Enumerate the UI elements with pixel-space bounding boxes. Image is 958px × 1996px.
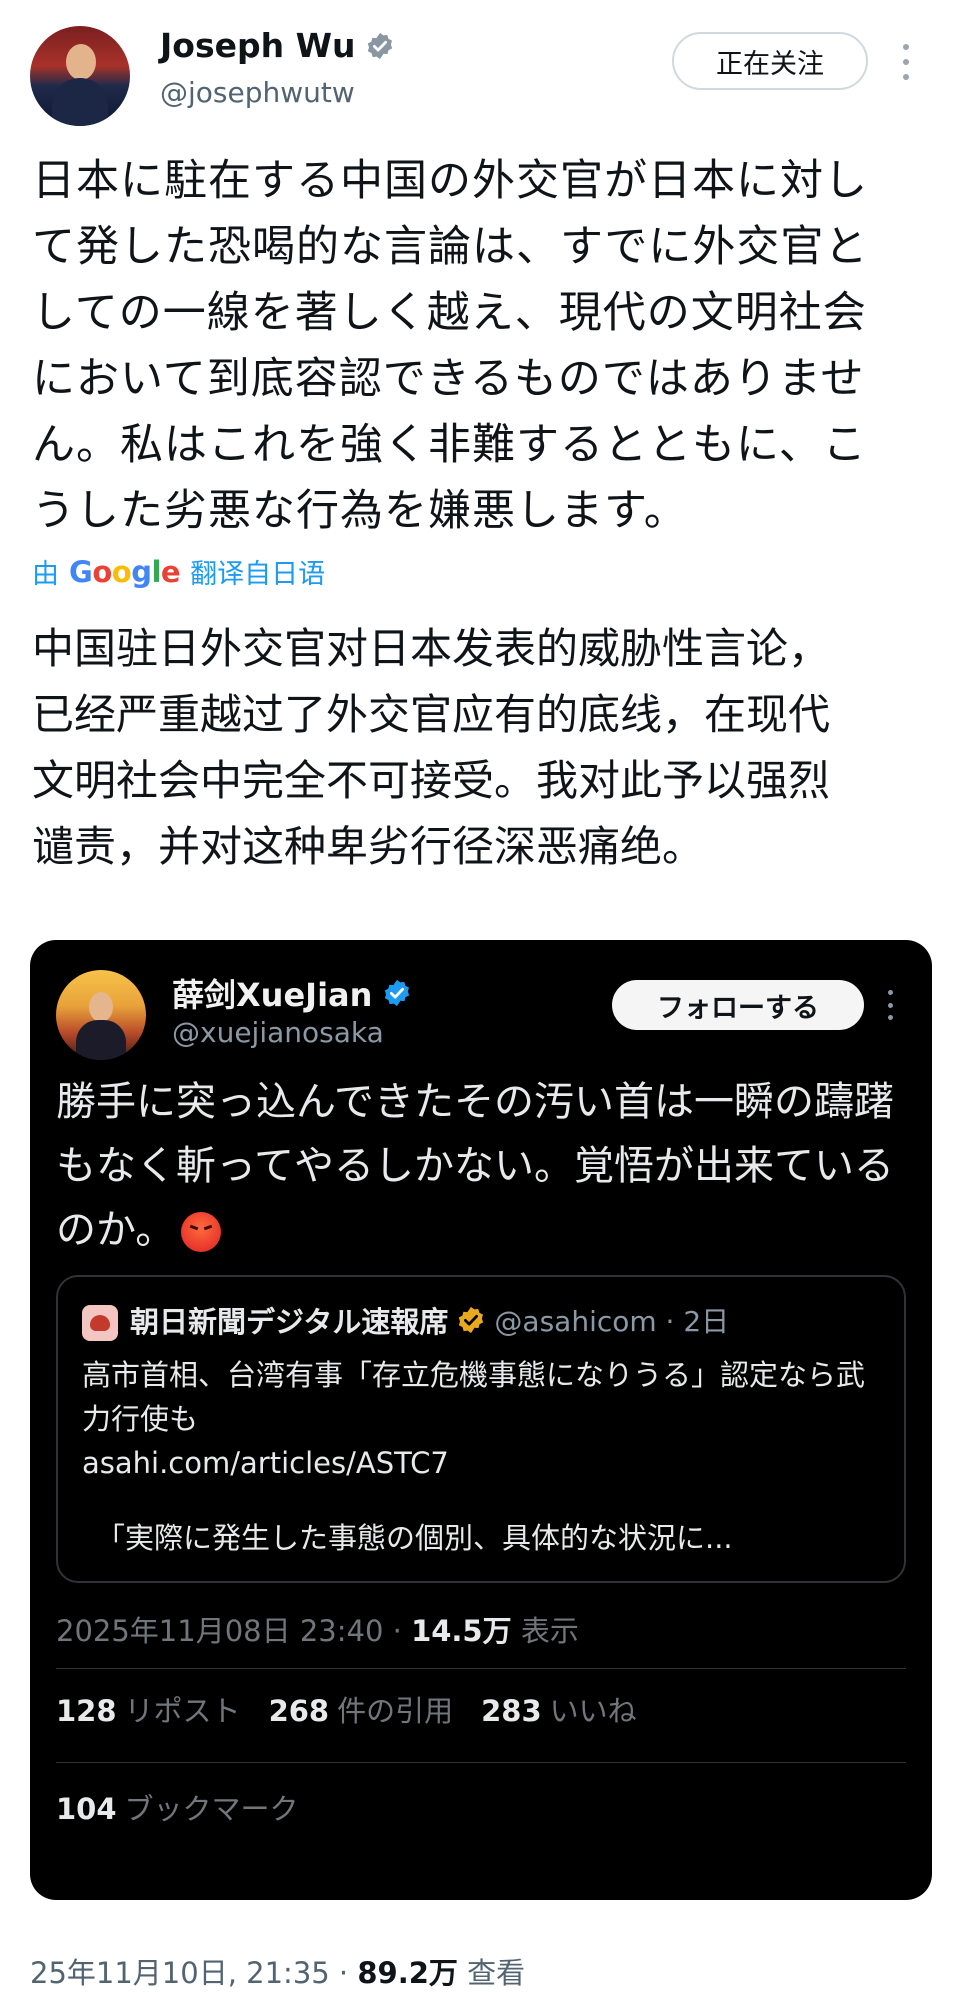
quoted-post-text: 高市首相、台湾有事「存立危機事態になりうる」認定なら武力行使も asahi.co… (82, 1353, 882, 1485)
likes-label: いいね (549, 1694, 637, 1728)
reposts-label: リポスト (124, 1694, 241, 1728)
post-text-translated: 中国驻日外交官对日本发表的威胁性言论， 已经严重越过了外交官应有的底线，在现代 … (32, 624, 831, 871)
gold-verified-badge-icon (459, 1306, 484, 1334)
embedded-timestamp: 2025年11月08日 23:40 · 14.5万 表示 (56, 1608, 579, 1650)
embedded-author-name[interactable]: 薛剑XueJian (172, 970, 372, 1016)
divider (56, 1762, 906, 1763)
translation-attribution[interactable]: 由 Google 翻译自日语 (32, 552, 325, 591)
author-name[interactable]: Joseph Wu (160, 26, 355, 65)
embedded-views-label: 表示 (511, 1614, 579, 1648)
quotes-stat[interactable]: 268 件の引用 (269, 1688, 454, 1730)
divider (56, 1668, 906, 1669)
bookmarks-label: ブックマーク (124, 1792, 299, 1826)
author-handle[interactable]: @josephwutw (160, 76, 355, 109)
bookmarks-stat[interactable]: 104 ブックマーク (56, 1786, 299, 1828)
post-timestamp: 25年11月10日, 21:35 · 89.2万 查看 (30, 1950, 525, 1992)
verified-badge-icon (368, 32, 393, 59)
asahi-logo-icon (82, 1305, 118, 1341)
quotes-count: 268 (268, 1694, 330, 1728)
likes-count: 283 (481, 1694, 542, 1728)
quoted-post-header: 朝日新聞デジタル速報席 @asahicom · 2日 (130, 1299, 729, 1341)
embedded-author-avatar[interactable] (56, 970, 146, 1060)
post-views-label: 查看 (457, 1956, 526, 1990)
reposts-stat[interactable]: 128 リポスト (56, 1688, 241, 1730)
following-button[interactable]: 正在关注 (672, 32, 868, 90)
verified-badge-icon (385, 979, 410, 1007)
quoted-author-meta: @asahicom · 2日 (494, 1305, 730, 1338)
bookmarks-count: 104 (56, 1792, 117, 1826)
quotes-label: 件の引用 (337, 1694, 454, 1728)
more-options-icon[interactable] (902, 44, 910, 80)
embedded-engagement-stats: 128 リポスト 268 件の引用 283 いいね (56, 1688, 637, 1730)
translate-prefix: 由 (32, 559, 59, 590)
embedded-post-text: 勝手に突っ込んできたその汚い首は一瞬の躊躇もなく斬ってやるしかない。覚悟が出来て… (56, 1070, 916, 1262)
google-logo: Google (69, 554, 181, 589)
likes-stat[interactable]: 283 いいね (481, 1688, 637, 1730)
reposts-count: 128 (56, 1694, 117, 1728)
quoted-author-name[interactable]: 朝日新聞デジタル速報席 (130, 1299, 448, 1341)
embedded-post-card[interactable]: 薛剑XueJian @xuejianosaka フォローする 勝手に突っ込んでき… (30, 940, 932, 1900)
post-views-count: 89.2万 (357, 1956, 458, 1990)
embedded-more-options-icon[interactable] (886, 990, 894, 1020)
translate-suffix: 翻译自日语 (190, 559, 326, 590)
quoted-post-excerpt: 「実際に発生した事態の個別、具体的な状況に... (96, 1521, 733, 1555)
embedded-author-handle[interactable]: @xuejianosaka (172, 1016, 384, 1049)
quoted-post-body: 高市首相、台湾有事「存立危機事態になりうる」認定なら武力行使も (82, 1358, 866, 1436)
post-date: 25年11月10日, 21:35 · (30, 1956, 358, 1990)
embedded-date: 2025年11月08日 23:40 · (56, 1614, 412, 1648)
author-name-line[interactable]: Joseph Wu (160, 26, 395, 65)
quoted-post-link[interactable]: asahi.com/articles/ASTC7 (82, 1441, 882, 1485)
embedded-views-count: 14.5万 (411, 1614, 512, 1648)
embedded-author-name-line[interactable]: 薛剑XueJian (172, 970, 412, 1016)
angry-face-emoji-icon (181, 1212, 222, 1252)
quoted-post[interactable]: 朝日新聞デジタル速報席 @asahicom · 2日 高市首相、台湾有事「存立危… (56, 1275, 906, 1583)
author-avatar[interactable] (30, 26, 130, 126)
embedded-follow-button[interactable]: フォローする (612, 980, 864, 1030)
post-text-japanese: 日本に駐在する中国の外交官が日本に対し て発した恐喝的な言論は、すでに外交官と … (32, 156, 869, 536)
